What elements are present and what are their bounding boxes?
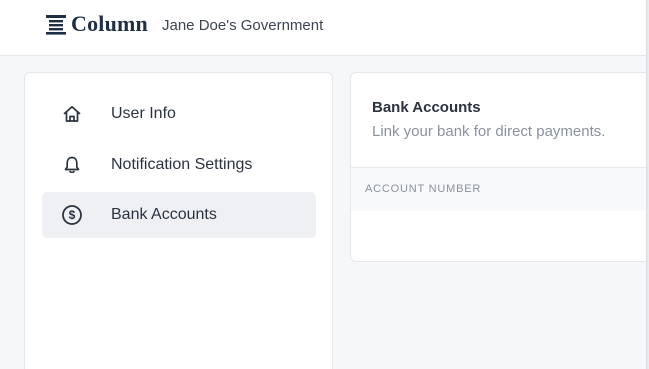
sidebar-item-label: User Info	[111, 105, 176, 122]
brand-name: Column	[71, 11, 148, 36]
organization-name: Jane Doe's Government	[162, 16, 324, 34]
card-title: Bank Accounts	[372, 99, 481, 116]
bank-accounts-card: Bank Accounts Link your bank for direct …	[350, 72, 649, 262]
sidebar-item-label: Notification Settings	[111, 156, 253, 173]
card-subtitle: Link your bank for direct payments.	[372, 123, 606, 140]
top-bar: Column Jane Doe's Government	[0, 0, 646, 56]
sidebar-item-notification-settings[interactable]: Notification Settings	[42, 142, 316, 188]
brand[interactable]: Column Jane Doe's Government	[45, 11, 323, 37]
app-window: Column Jane Doe's Government User Info N…	[0, 0, 649, 369]
settings-sidebar: User Info Notification Settings $ Bank A…	[24, 72, 333, 369]
column-header-account-number[interactable]: ACCOUNT NUMBER	[365, 183, 481, 195]
table-header: ACCOUNT NUMBER	[351, 167, 649, 211]
sidebar-item-user-info[interactable]: User Info	[42, 91, 316, 137]
sidebar-item-bank-accounts[interactable]: $ Bank Accounts	[42, 192, 316, 238]
sidebar-item-label: Bank Accounts	[111, 206, 217, 223]
dollar-circle-icon: $	[61, 204, 83, 226]
home-icon	[61, 103, 83, 125]
bell-icon	[61, 154, 83, 176]
column-logo-icon	[45, 13, 67, 35]
svg-text:$: $	[69, 208, 76, 222]
